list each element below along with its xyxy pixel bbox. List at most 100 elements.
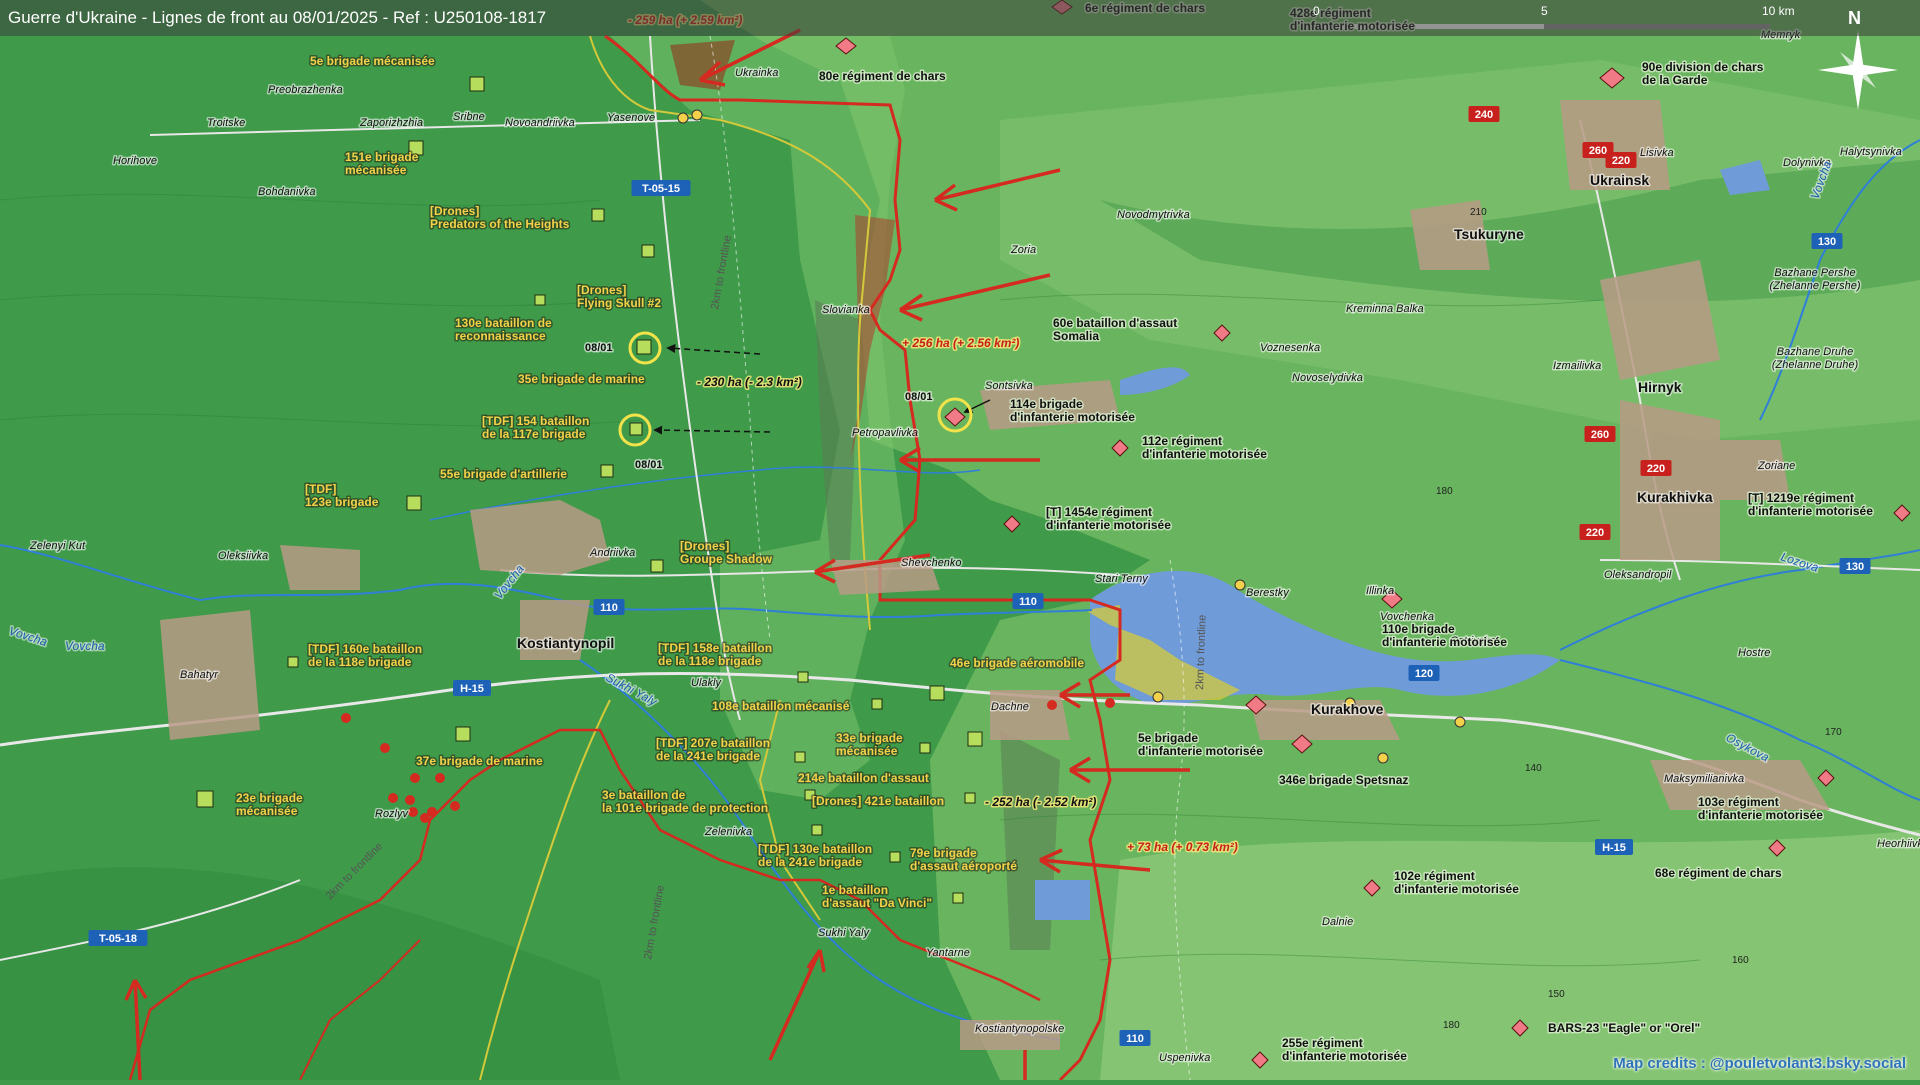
road-number-r110c: 110 — [1119, 1030, 1151, 1046]
change-label-c2: + 256 ha (+ 2.56 km²) — [902, 336, 1019, 350]
road-number-r220c: 220 — [1579, 524, 1611, 540]
ukr-unit-u11: [TDF] 160e bataillon de la 118e brigade — [308, 642, 422, 669]
svg-text:120: 120 — [1415, 668, 1433, 680]
place-label-kostiantynopil: Kostiantynopil — [517, 635, 614, 651]
ukr-unit-u19: 214e bataillon d'assaut — [798, 771, 929, 785]
place-label-slovianka: Slovianka — [822, 304, 870, 316]
place-label-kurakhivka: Kurakhivka — [1637, 489, 1713, 505]
header-bar: Guerre d'Ukraine - Lignes de front au 08… — [0, 0, 1920, 36]
place-label-tsukuryne: Tsukuryne — [1454, 226, 1524, 242]
svg-text:T-05-18: T-05-18 — [99, 933, 137, 945]
place-label-petropavlivka: Petropavlivka — [852, 427, 918, 439]
road-number-r220b: 220 — [1640, 460, 1672, 476]
ukr-unit-u7: [TDF] 154 bataillon de la 117e brigade — [482, 414, 589, 441]
road-number-r110b: 110 — [1012, 593, 1044, 609]
scale-tick-10: 10 km — [1762, 4, 1795, 18]
change-label-c5: + 73 ha (+ 0.73 km²) — [1127, 840, 1238, 854]
place-label-zoriane: Zoriane — [1757, 460, 1795, 472]
svg-text:240: 240 — [1475, 109, 1493, 121]
elevation-e180a: 180 — [1436, 486, 1453, 497]
road-shield-h15-east: H-15 — [1595, 839, 1633, 855]
road-number-r240: 240 — [1468, 106, 1500, 122]
rus-unit-r14: 68e régiment de chars — [1655, 866, 1782, 880]
place-label-dachne: Dachne — [991, 701, 1029, 713]
pond-south — [1035, 880, 1090, 920]
road-number-r260b: 260 — [1584, 426, 1616, 442]
road-shield-t0518: T-05-18 — [88, 930, 148, 946]
ukr-unit-u1: 5e brigade mécanisée — [310, 54, 435, 68]
ukr-unit-u5: 130e bataillon de reconnaissance — [455, 316, 552, 343]
ukr-unit-u15: 37e brigade de marine — [416, 754, 543, 768]
place-label-yantarne: Yantarne — [926, 947, 970, 959]
svg-text:110: 110 — [1126, 1033, 1144, 1045]
place-label-ulakly: Ulakly — [691, 677, 722, 689]
svg-text:220: 220 — [1586, 527, 1604, 539]
ukr-unit-u16: 23e brigade mécanisée — [236, 791, 303, 818]
place-label-novoselydivka: Novoselydivka — [1292, 372, 1363, 384]
elevation-e140: 140 — [1525, 763, 1542, 774]
place-label-zelenyi-kut: Zelenyi Kut — [29, 540, 86, 552]
ukr-unit-u21: [Drones] 421e bataillon — [812, 794, 944, 808]
place-label-sontsivka: Sontsivka — [985, 380, 1033, 392]
ukr-unit-u22: [TDF] 130e bataillon de la 241e brigade — [758, 842, 872, 869]
place-label-bohdanivka: Bohdanivka — [258, 186, 316, 198]
ukr-unit-u17: [TDF] 207e bataillon de la 241e brigade — [656, 736, 770, 763]
elevation-e180b: 180 — [1443, 1020, 1460, 1031]
place-label-horihove: Horihove — [113, 155, 157, 167]
scale-tick-0: 0 — [1313, 4, 1320, 18]
place-label-hostre: Hostre — [1738, 647, 1770, 659]
place-label-uspenivka: Uspenivka — [1159, 1052, 1210, 1064]
place-label-troitske: Troitske — [207, 117, 245, 129]
ukr-unit-u18: 33e brigade mécanisée — [836, 731, 903, 758]
elevation-e210: 210 — [1470, 207, 1487, 218]
terrain-south — [1100, 830, 1920, 1080]
place-label-stari-terny: Stari Terny — [1095, 573, 1149, 585]
place-label-zoria: Zoria — [1010, 244, 1036, 256]
place-label-illinka: Illinka — [1366, 585, 1394, 597]
map[interactable]: Ukrainka Preobrazhenka Troitske Horihove Zap… — [0, 0, 1920, 1082]
place-label-oleksandropil: Oleksandropil — [1604, 569, 1672, 581]
place-label-zelenivka: Zelenivka — [704, 826, 752, 838]
river-label-vovcha2: Vovcha — [65, 639, 105, 653]
place-label-ukrainka: Ukrainka — [735, 67, 778, 79]
place-label-novoandriivka: Novoandriivka — [505, 117, 575, 129]
place-label-rozlyv: Rozlyv — [375, 808, 410, 820]
road-number-r110a: 110 — [593, 599, 625, 615]
place-label-kreminna-balka: Kreminna Balka — [1346, 303, 1424, 315]
north-label: N — [1848, 8, 1861, 28]
place-label-sribne: Sribne — [453, 111, 485, 123]
map-credits: Map credits : @pouletvolant3.bsky.social — [1613, 1055, 1906, 1072]
road-number-r120: 120 — [1408, 665, 1440, 681]
place-label-heorhiivka: Heorhiivka — [1877, 838, 1920, 850]
date-label-d2: 08/01 — [635, 459, 663, 471]
map-title: Guerre d'Ukraine - Lignes de front au 08… — [8, 8, 547, 27]
place-label-berestky: Berestky — [1246, 587, 1290, 599]
place-label-kurakhove: Kurakhove — [1311, 701, 1384, 717]
map-canvas: Ukrainka Preobrazhenka Troitske Horihove Zap… — [0, 0, 1920, 1082]
svg-text:260: 260 — [1589, 145, 1607, 157]
road-shield-h15-west: H-15 — [453, 680, 491, 696]
elevation-e150: 150 — [1548, 989, 1565, 1000]
road-shield-t0515: T-05-15 — [631, 180, 691, 196]
change-label-c3: - 230 ha (- 2.3 km²) — [697, 375, 802, 389]
elevation-e160: 160 — [1732, 955, 1749, 966]
svg-text:130: 130 — [1818, 236, 1836, 248]
rus-unit-r17: BARS-23 "Eagle" or "Orel" — [1548, 1021, 1700, 1035]
svg-text:130: 130 — [1846, 561, 1864, 573]
rus-unit-r2: 80e régiment de chars — [819, 69, 946, 83]
ukr-unit-u6: 35e brigade de marine — [518, 372, 645, 386]
place-label-sukhi-yaly-town: Sukhi Yaly — [818, 927, 870, 939]
date-label-d3: 08/01 — [905, 391, 933, 403]
place-label-izmailivka: Izmailivka — [1553, 360, 1601, 372]
svg-text:H-15: H-15 — [1602, 842, 1626, 854]
svg-text:H-15: H-15 — [460, 683, 484, 695]
place-label-maksymilianivka: Maksymilianivka — [1664, 773, 1744, 785]
svg-text:260: 260 — [1591, 429, 1609, 441]
place-label-zaporizhzhia: Zaporizhzhia — [359, 117, 423, 129]
place-label-novodmytrivka: Novodmytrivka — [1117, 209, 1190, 221]
place-label-halytsynivka: Halytsynivka — [1840, 146, 1902, 158]
svg-text:110: 110 — [600, 602, 618, 614]
svg-text:220: 220 — [1647, 463, 1665, 475]
place-label-bazhane-pershe: Bazhane Pershe (Zhelanne Pershe) — [1769, 267, 1860, 292]
place-label-bazhane-druhe: Bazhane Druhe (Zhelanne Druhe) — [1772, 346, 1859, 371]
